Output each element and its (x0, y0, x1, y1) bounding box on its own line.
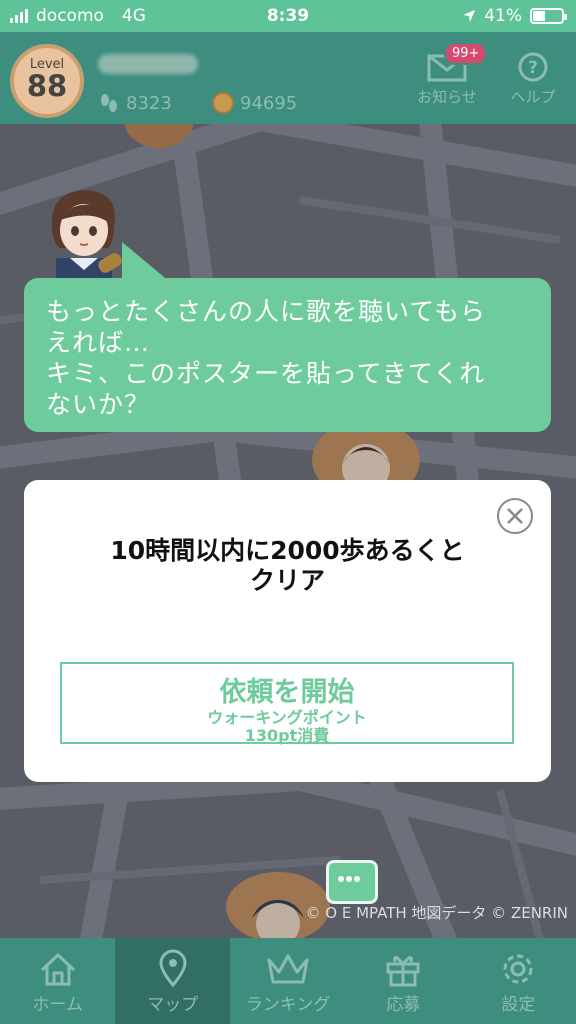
coin-icon (212, 92, 234, 114)
top-header: Level 88 8323 94695 99+ お知らせ ? ヘルプ (0, 32, 576, 124)
quest-condition: 10時間以内に2000歩あるくと クリア (24, 536, 551, 596)
start-request-button[interactable]: 依頼を開始 ウォーキングポイント 130pt消費 (60, 662, 514, 745)
level-badge[interactable]: Level 88 (10, 44, 84, 118)
notifications-label: お知らせ (417, 88, 477, 106)
nav-label: マップ (147, 995, 199, 1015)
notifications-button[interactable]: 99+ お知らせ (410, 42, 488, 107)
quest-modal: 10時間以内に2000歩あるくと クリア 依頼を開始 ウォーキングポイント 13… (24, 480, 551, 782)
steps-stat: 8323 (98, 92, 172, 114)
nav-home[interactable]: ホーム (0, 938, 115, 1024)
battery-icon (530, 8, 567, 24)
notification-badge: 99+ (444, 42, 488, 65)
coins-stat: 94695 (212, 92, 297, 114)
nav-label: 設定 (501, 995, 536, 1015)
cost-line: ウォーキングポイント (207, 708, 367, 727)
map-credits: © O E MPATH 地図データ © ZENRIN (305, 904, 568, 922)
nav-label: 応募 (386, 995, 421, 1015)
nav-apply[interactable]: 応募 (346, 938, 461, 1024)
speech-line: ないか？ (46, 390, 151, 419)
footprint-icon (101, 94, 117, 112)
status-bar: docomo 4G 8:39 41% (0, 0, 576, 32)
crown-icon (267, 954, 309, 984)
home-icon (40, 952, 75, 986)
close-icon (507, 508, 523, 524)
speech-bubble-tail (122, 242, 170, 282)
speech-line: えれば… (46, 328, 151, 357)
speech-line: キミ、このポスターを貼ってきてくれ (46, 359, 486, 388)
speech-bubble: もっとたくさんの人に歌を聴いてもら えれば… キミ、このポスターを貼ってきてくれ… (24, 278, 551, 432)
gear-icon (503, 954, 533, 984)
svg-text:?: ? (528, 58, 538, 78)
start-request-label: 依頼を開始 (219, 677, 355, 708)
battery-percent: 41% (484, 6, 522, 26)
nav-settings[interactable]: 設定 (461, 938, 576, 1024)
steps-value: 8323 (126, 92, 172, 114)
username-redacted (98, 54, 198, 74)
help-button[interactable]: ? ヘルプ (500, 50, 566, 107)
bottom-navigation: ホーム マップ ランキング 応募 設定 (0, 938, 576, 1024)
gift-icon (386, 956, 420, 987)
help-label: ヘルプ (510, 88, 556, 106)
map-pin-icon (159, 949, 187, 988)
nav-map[interactable]: マップ (115, 938, 231, 1024)
coins-value: 94695 (240, 92, 298, 114)
nav-ranking[interactable]: ランキング (230, 938, 345, 1024)
level-value: 88 (26, 69, 68, 103)
nav-label: ホーム (32, 995, 83, 1015)
nav-label: ランキング (245, 995, 331, 1015)
speech-line: もっとたくさんの人に歌を聴いてもら (46, 297, 487, 326)
dots-icon (338, 876, 360, 882)
quest-condition-line: クリア (249, 566, 325, 595)
location-arrow-icon (463, 10, 476, 22)
quest-condition-line: 10時間以内に2000歩あるくと (110, 536, 465, 565)
musician-character (51, 190, 122, 286)
chat-bubble-icon[interactable] (326, 860, 378, 904)
help-icon: ? (518, 52, 548, 82)
cost-line: 130pt消費 (244, 726, 330, 745)
close-button[interactable] (497, 498, 533, 534)
